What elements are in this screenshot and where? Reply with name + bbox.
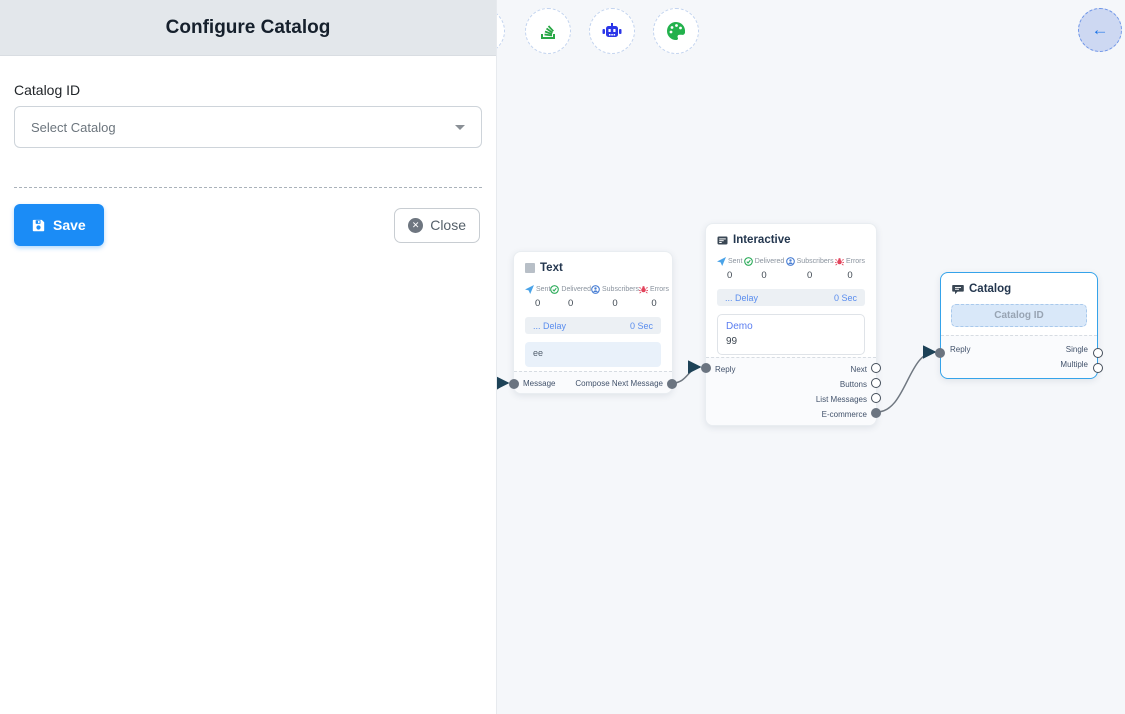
node-text[interactable]: Text Sent 0 Delivered 0 Subscribers 0: [513, 251, 673, 394]
select-placeholder: Select Catalog: [31, 120, 116, 135]
flow-builder-screen: Configure Catalog Catalog ID Select Cata…: [0, 0, 1125, 714]
node-catalog-header: Catalog: [952, 283, 1086, 295]
text-stats: Sent 0 Delivered 0 Subscribers 0 Errors …: [525, 285, 661, 309]
save-icon: [32, 219, 45, 232]
option-title: Demo: [726, 321, 856, 332]
stat-delivered: Delivered 0: [744, 257, 785, 281]
delivered-icon: [744, 257, 753, 266]
panel-title: Configure Catalog: [166, 17, 331, 39]
stack-icon: [537, 20, 559, 42]
delay-label: ... Delay: [725, 293, 758, 303]
output-multiple-label: Multiple: [941, 357, 1097, 372]
stat-subscribers: Subscribers 0: [786, 257, 834, 281]
edge-entry-to-text: [497, 383, 508, 389]
single-output-handle[interactable]: [1093, 348, 1103, 358]
stat-delivered: Delivered 0: [550, 285, 591, 309]
stat-sent: Sent 0: [525, 285, 550, 309]
sent-icon: [717, 257, 726, 266]
close-button[interactable]: ✕ Close: [394, 208, 480, 243]
node-text-footer: Message Compose Next Message: [514, 371, 672, 393]
stat-subscribers: Subscribers 0: [591, 285, 639, 309]
flow-canvas[interactable]: ← Text Sent 0 Delivered 0: [497, 0, 1125, 714]
node-catalog[interactable]: Catalog Catalog ID Reply Single Multiple: [940, 272, 1098, 379]
toolbar-button-bot[interactable]: [589, 8, 635, 54]
message-box[interactable]: ee: [525, 342, 661, 367]
output-next-label: Next: [851, 365, 867, 374]
stat-errors: Errors 0: [835, 257, 865, 281]
toolbar-button-hidden[interactable]: [497, 8, 505, 54]
subscribers-icon: [786, 257, 795, 266]
message-input-label: Message: [523, 379, 555, 388]
sent-icon: [525, 285, 534, 294]
reply-input-handle[interactable]: [935, 348, 945, 358]
robot-icon: [600, 19, 624, 43]
back-button[interactable]: ←: [1078, 8, 1122, 52]
compose-next-output-handle[interactable]: [667, 379, 677, 389]
stat-sent: Sent 0: [717, 257, 742, 281]
panel-body: Catalog ID Select Catalog Save ✕ Close: [0, 82, 496, 246]
delay-value: 0 Sec: [630, 321, 653, 331]
errors-icon: [835, 257, 844, 266]
node-interactive-footer: Reply Next Buttons List Messages E-comme…: [706, 357, 876, 425]
buttons-output-handle[interactable]: [871, 378, 881, 388]
arrow-left-icon: ←: [1092, 20, 1109, 40]
node-interactive-body: Interactive Sent 0 Delivered 0 Subscribe…: [706, 224, 876, 355]
list-messages-output-handle[interactable]: [871, 393, 881, 403]
catalog-id-chip[interactable]: Catalog ID: [951, 304, 1087, 327]
node-title: Text: [540, 262, 563, 274]
divider: [14, 187, 482, 188]
stat-errors: Errors 0: [639, 285, 669, 309]
output-single-label: Single: [1066, 345, 1088, 354]
close-button-label: Close: [430, 217, 466, 233]
node-title: Catalog: [969, 283, 1011, 295]
interactive-stats: Sent 0 Delivered 0 Subscribers 0 Errors …: [717, 257, 865, 281]
reply-input-handle[interactable]: [701, 363, 711, 373]
next-output-handle[interactable]: [871, 363, 881, 373]
text-node-icon: [525, 263, 535, 273]
catalog-id-label: Catalog ID: [14, 82, 482, 98]
catalog-select[interactable]: Select Catalog: [14, 106, 482, 148]
reply-input-label: Reply: [715, 365, 735, 374]
chevron-down-icon: [455, 125, 465, 130]
output-buttons-label: Buttons: [706, 377, 876, 392]
save-button-label: Save: [53, 217, 86, 233]
edge-text-to-interactive: [673, 367, 700, 383]
delay-bar[interactable]: ... Delay 0 Sec: [525, 317, 661, 334]
edge-interactive-to-catalog: [877, 352, 935, 412]
save-button[interactable]: Save: [14, 204, 104, 246]
delivered-icon: [550, 285, 559, 294]
subscribers-icon: [591, 285, 600, 294]
errors-icon: [639, 285, 648, 294]
output-list-messages-label: List Messages: [706, 392, 876, 407]
compose-next-label: Compose Next Message: [575, 379, 663, 388]
toolbar-button-theme[interactable]: [653, 8, 699, 54]
node-text-body: Text Sent 0 Delivered 0 Subscribers 0: [514, 252, 672, 367]
node-interactive-header: Interactive: [717, 234, 865, 246]
delay-value: 0 Sec: [834, 293, 857, 303]
reply-input-label: Reply: [950, 345, 970, 354]
node-title: Interactive: [733, 234, 791, 246]
node-catalog-footer: Reply Single Multiple: [941, 335, 1097, 378]
node-text-header: Text: [525, 262, 661, 274]
ecommerce-output-handle[interactable]: [871, 408, 881, 418]
option-value: 99: [726, 336, 856, 347]
catalog-node-icon: [952, 284, 964, 295]
panel-actions: Save ✕ Close: [14, 204, 482, 246]
node-interactive[interactable]: Interactive Sent 0 Delivered 0 Subscribe…: [705, 223, 877, 426]
output-ecommerce-label: E-commerce: [706, 407, 876, 422]
delay-bar[interactable]: ... Delay 0 Sec: [717, 289, 865, 306]
interactive-option-box[interactable]: Demo 99: [717, 314, 865, 355]
palette-icon: [665, 20, 687, 42]
message-input-handle[interactable]: [509, 379, 519, 389]
multiple-output-handle[interactable]: [1093, 363, 1103, 373]
panel-header: Configure Catalog: [0, 0, 496, 56]
toolbar-button-stack[interactable]: [525, 8, 571, 54]
interactive-node-icon: [717, 235, 728, 246]
node-catalog-body: Catalog: [941, 273, 1097, 295]
delay-label: ... Delay: [533, 321, 566, 331]
config-panel: Configure Catalog Catalog ID Select Cata…: [0, 0, 497, 714]
close-icon: ✕: [408, 218, 423, 233]
